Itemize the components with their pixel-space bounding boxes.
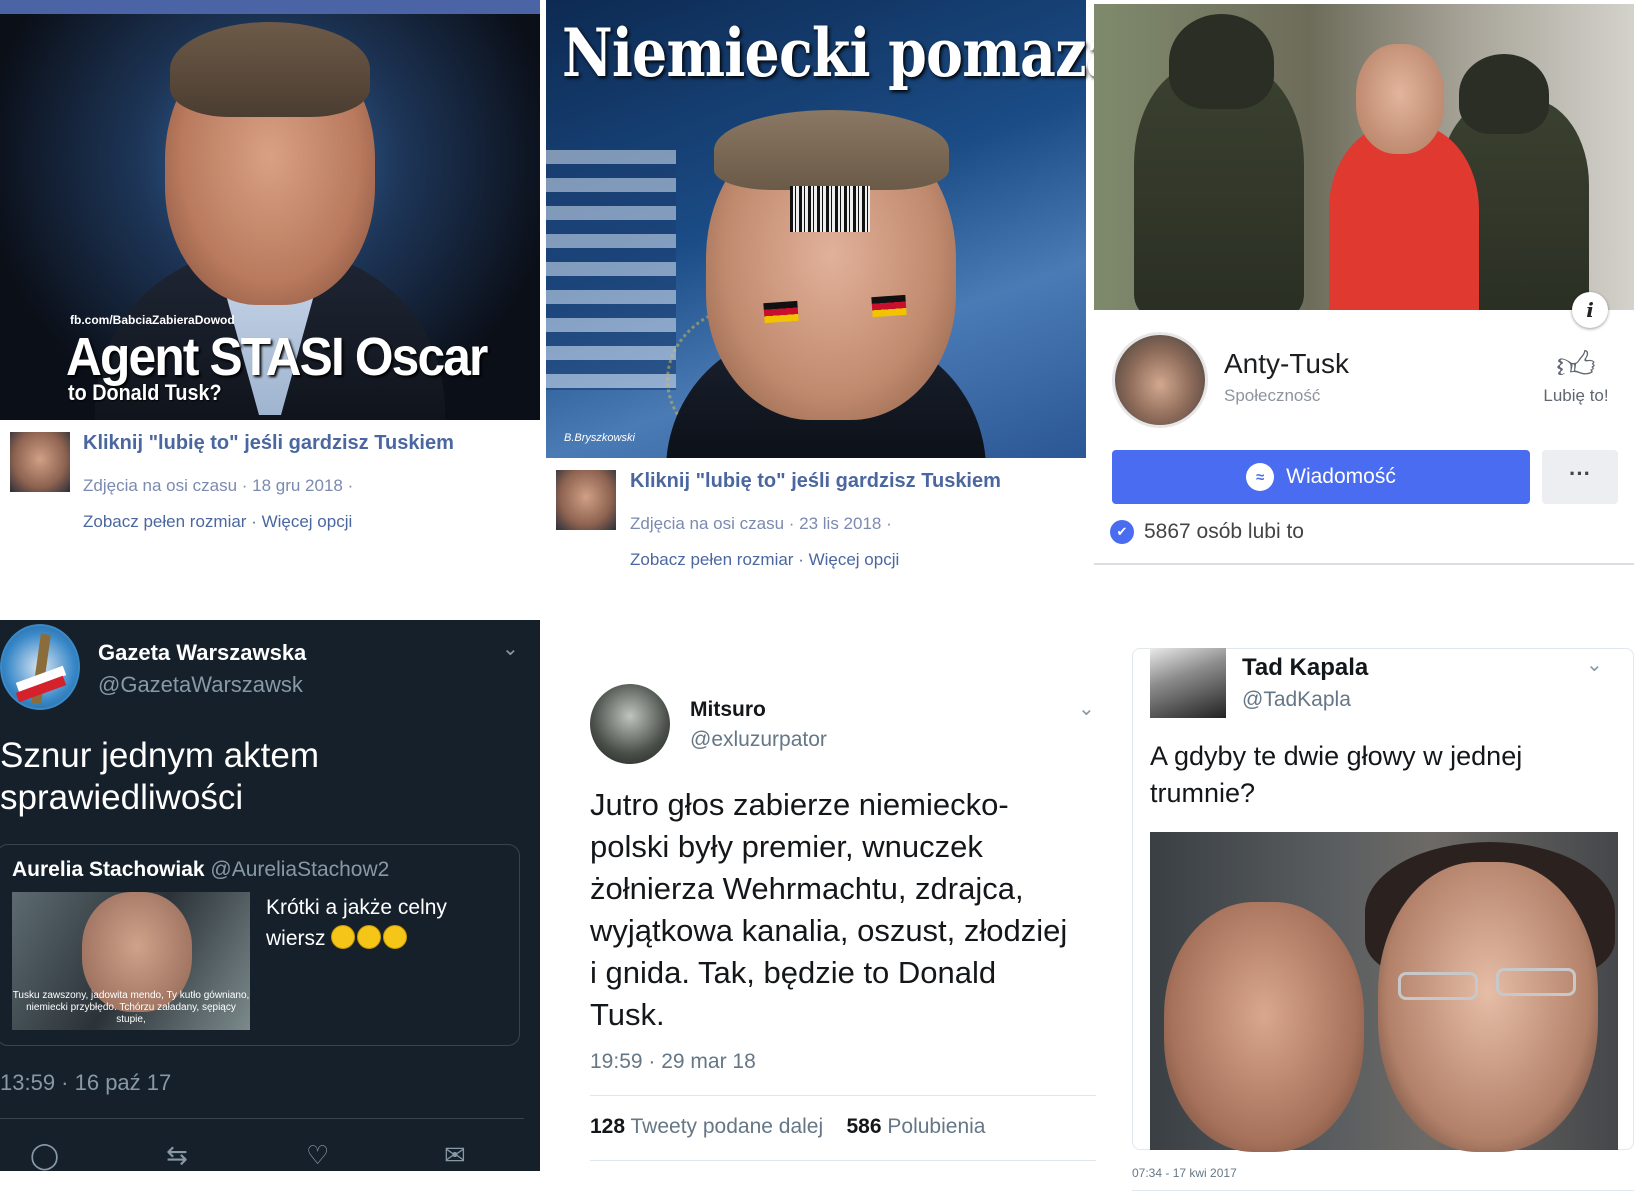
page-thumbnail[interactable] xyxy=(10,432,70,492)
tweet-timestamp[interactable]: 07:34 - 17 kwi 2017 xyxy=(1132,1166,1237,1180)
view-full-size-link[interactable]: Zobacz pełen rozmiar xyxy=(83,512,246,531)
photo-background-flag xyxy=(546,150,676,390)
more-options-link[interactable]: Więcej opcji xyxy=(809,550,900,569)
image-signature: B.Bryszkowski xyxy=(564,432,635,444)
image-headline: Agent STASI Oscar xyxy=(66,327,488,387)
quoted-user-name: Aurelia Stachowiak xyxy=(12,858,205,881)
chevron-down-icon[interactable]: ⌄ xyxy=(1078,696,1095,721)
post-meta: Zdjęcia na osi czasu · 18 gru 2018 · xyxy=(83,476,357,497)
user-avatar[interactable] xyxy=(1150,648,1226,718)
photo-face-left xyxy=(1164,902,1364,1152)
user-name[interactable]: Mitsuro xyxy=(690,698,766,722)
barcode-graphic xyxy=(790,186,870,232)
link-separator: · xyxy=(793,550,809,569)
tweet-timestamp[interactable]: 13:59 · 16 paź 17 xyxy=(0,1070,171,1096)
post-links: Zobacz pełen rozmiar · Więcej opcji xyxy=(83,512,352,532)
tweet-photo[interactable] xyxy=(1150,832,1618,1152)
chevron-down-icon[interactable]: ⌄ xyxy=(1586,652,1603,677)
chevron-down-icon[interactable]: ⌄ xyxy=(502,636,519,661)
like-page-button[interactable]: 👍︎ Lubię to! xyxy=(1534,346,1618,406)
grin-emoji-icon xyxy=(383,925,408,949)
page-thumbnail[interactable] xyxy=(556,470,616,530)
mail-icon[interactable]: ✉ xyxy=(444,1140,466,1171)
tweet-timestamp[interactable]: 19:59 · 29 mar 18 xyxy=(590,1050,756,1074)
retweet-icon[interactable]: ⇆ xyxy=(166,1140,188,1171)
retweets-count: 128 xyxy=(590,1115,626,1138)
photo-glasses-left xyxy=(1398,972,1478,1000)
divider xyxy=(1132,1190,1634,1191)
user-name[interactable]: Tad Kapala xyxy=(1242,654,1368,682)
tweet-text: Jutro głos zabierze niemiecko-polski był… xyxy=(590,787,1068,1032)
grin-emoji-icon xyxy=(357,925,382,949)
top-bar xyxy=(0,0,540,14)
post-meta: Zdjęcia na osi czasu · 23 lis 2018 · xyxy=(630,514,896,535)
likes-label[interactable]: Polubienia xyxy=(887,1115,985,1138)
photo-helmet-left xyxy=(1169,14,1274,109)
user-handle[interactable]: @GazetaWarszawsk xyxy=(98,672,303,698)
likes-count: 586 xyxy=(846,1115,882,1138)
photo-face xyxy=(1356,44,1444,154)
user-handle[interactable]: @TadKapla xyxy=(1242,688,1351,712)
grin-emoji-icon xyxy=(331,925,356,949)
quoted-tweet-text-content: Krótki a jakże celny wiersz xyxy=(266,896,447,950)
page-category: Społeczność xyxy=(1224,386,1321,405)
post-links: Zobacz pełen rozmiar · Więcej opcji xyxy=(630,550,899,570)
user-handle[interactable]: @exluzurpator xyxy=(690,728,827,752)
photo-face-right xyxy=(1378,862,1598,1152)
photo-hair xyxy=(170,22,370,117)
more-options-link[interactable]: Więcej opcji xyxy=(262,512,353,531)
retweets-label[interactable]: Tweety podane dalej xyxy=(631,1115,824,1138)
heart-icon[interactable]: ♡ xyxy=(306,1140,329,1171)
divider xyxy=(590,1095,1096,1096)
link-separator: · xyxy=(246,512,262,531)
quoted-user-handle: @AureliaStachow2 xyxy=(210,858,390,881)
quoted-user[interactable]: Aurelia Stachowiak @AureliaStachow2 xyxy=(12,858,389,882)
quoted-image-caption: Tusku zawszony, jadowita mendo, Ty kutło… xyxy=(12,990,250,1025)
post-meta-text: Zdjęcia na osi czasu · 18 gru 2018 · xyxy=(83,476,354,495)
message-button[interactable]: ≈ Wiadomość xyxy=(1112,450,1530,504)
tweet-stats: 128 Tweety podane dalej 586 Polubienia xyxy=(590,1115,985,1139)
user-name[interactable]: Gazeta Warszawska xyxy=(98,640,306,666)
page-likes-count: ✔ 5867 osób lubi to xyxy=(1110,520,1304,544)
post-title-link[interactable]: Kliknij "lubię to" jeśli gardzisz Tuskie… xyxy=(630,470,1001,493)
page-cover-photo[interactable] xyxy=(1094,4,1634,310)
messenger-icon: ≈ xyxy=(1246,463,1275,491)
photo-helmet-right xyxy=(1459,54,1549,134)
post-title-link[interactable]: Kliknij "lubię to" jeśli gardzisz Tuskie… xyxy=(83,432,454,455)
german-flag-right xyxy=(871,294,907,318)
german-flag-left xyxy=(763,300,799,324)
like-badge-icon: ✔ xyxy=(1110,520,1134,544)
divider xyxy=(0,1118,524,1119)
tweet-text: A gdyby te dwie głowy w jednej trumnie? xyxy=(1150,741,1523,808)
photo-hair xyxy=(714,110,949,190)
divider xyxy=(590,1160,1096,1161)
quoted-tweet-text: Krótki a jakże celny wiersz xyxy=(266,892,506,954)
image-watermark: fb.com/BabciaZabieraDowod xyxy=(70,313,235,327)
more-options-button[interactable]: ··· xyxy=(1542,450,1618,504)
quoted-image[interactable]: Tusku zawszony, jadowita mendo, Ty kutło… xyxy=(12,892,250,1030)
user-avatar[interactable] xyxy=(590,684,670,764)
divider xyxy=(1094,563,1634,565)
tweet-text: Sznur jednym aktem sprawiedliwości xyxy=(0,736,320,817)
thumbs-up-icon: 👍︎ xyxy=(1556,345,1596,387)
user-avatar[interactable] xyxy=(0,624,80,710)
like-page-label: Lubię to! xyxy=(1543,386,1609,405)
info-icon[interactable]: i xyxy=(1572,292,1608,328)
image-subline: to Donald Tusk? xyxy=(68,380,222,405)
page-name[interactable]: Anty-Tusk xyxy=(1224,348,1349,380)
reply-icon[interactable]: ◯ xyxy=(30,1140,59,1171)
photo-glasses-right xyxy=(1496,968,1576,996)
page-likes-text: 5867 osób lubi to xyxy=(1144,520,1304,543)
post-meta-text: Zdjęcia na osi czasu · 23 lis 2018 · xyxy=(630,514,892,533)
page-avatar[interactable] xyxy=(1112,332,1208,428)
view-full-size-link[interactable]: Zobacz pełen rozmiar xyxy=(630,550,793,569)
message-label: Wiadomość xyxy=(1286,465,1396,488)
